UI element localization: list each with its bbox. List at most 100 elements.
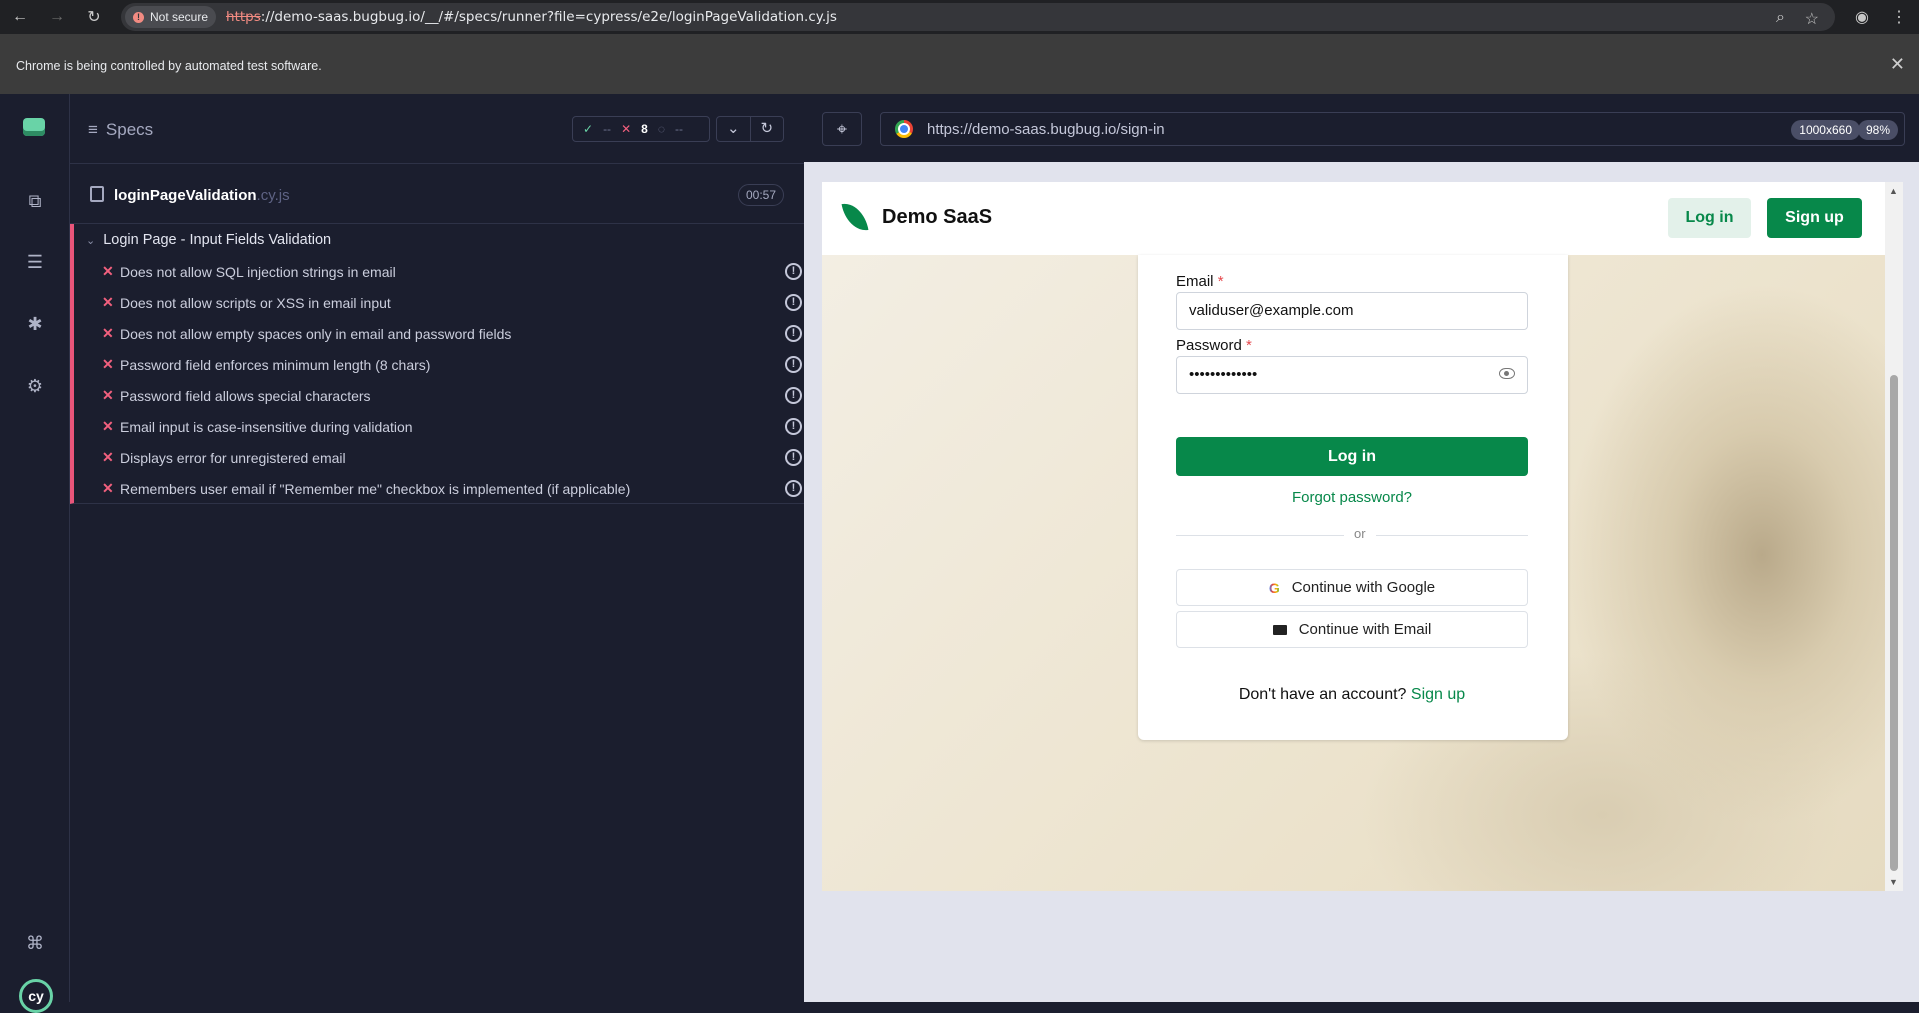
fail-x-icon: ✕ <box>102 418 114 434</box>
automation-infobar: Chrome is being controlled by automated … <box>0 34 1919 94</box>
automation-message: Chrome is being controlled by automated … <box>16 59 322 73</box>
test-item[interactable]: ✕ Email input is case-insensitive during … <box>102 411 802 442</box>
cypress-sidenav: ⧉ ☰ ✱ ⚙ ⌘ cy <box>0 94 70 1013</box>
alert-circle-icon[interactable]: ! <box>785 263 802 280</box>
reload-icon[interactable]: ↻ <box>84 7 104 27</box>
test-item[interactable]: ✕ Password field enforces minimum length … <box>102 349 802 380</box>
scrollbar-thumb[interactable] <box>1890 375 1898 871</box>
zoom-icon[interactable]: ⌕ <box>1776 9 1785 27</box>
test-item[interactable]: ✕ Password field allows special character… <box>102 380 802 411</box>
header-login-button[interactable]: Log in <box>1668 198 1751 238</box>
debug-bug-icon[interactable]: ✱ <box>22 311 48 337</box>
passed-icon: ✓ <box>583 122 594 136</box>
spec-file-row: loginPageValidation.cy.js 00:57 <box>70 164 804 224</box>
profile-icon[interactable]: ◉ <box>1852 7 1872 27</box>
suite-header[interactable]: ⌄ Login Page - Input Fields Validation <box>86 232 331 248</box>
eye-icon[interactable] <box>1499 368 1515 379</box>
project-icon[interactable] <box>23 118 45 136</box>
document-icon <box>90 186 104 202</box>
address-bar[interactable]: ! Not secure https://demo-saas.bugbug.io/… <box>121 3 1835 31</box>
email-login-button[interactable]: Continue with Email <box>1176 611 1528 648</box>
alert-circle-icon[interactable]: ! <box>785 387 802 404</box>
password-label: Password * <box>1176 337 1252 354</box>
signup-link[interactable]: Sign up <box>1411 686 1465 703</box>
alert-circle-icon[interactable]: ! <box>785 356 802 373</box>
close-icon[interactable]: ✕ <box>1890 54 1905 75</box>
test-stats: ✓ -- ✕ 8 ◌ -- <box>572 116 710 142</box>
fail-x-icon: ✕ <box>102 294 114 310</box>
aut-toolbar: ⌖ https://demo-saas.bugbug.io/sign-in 10… <box>804 94 1919 162</box>
mail-icon <box>1272 624 1287 635</box>
chevron-down-icon: ⌄ <box>86 234 96 247</box>
fail-x-icon: ✕ <box>102 356 114 372</box>
runs-icon[interactable]: ⧉ <box>22 188 48 214</box>
selector-playground-icon[interactable]: ⌖ <box>822 112 862 146</box>
collapse-chevron-icon[interactable]: ⌄ <box>717 117 751 141</box>
scrollbar[interactable]: ▲ ▼ <box>1885 182 1903 891</box>
test-item[interactable]: ✕ Does not allow SQL injection strings in… <box>102 256 802 287</box>
forgot-password-link[interactable]: Forgot password? <box>1176 489 1528 506</box>
rerun-icon[interactable]: ↻ <box>751 117 784 141</box>
fail-x-icon: ✕ <box>102 449 114 465</box>
site-header: Demo SaaS Log in Sign up <box>822 182 1885 255</box>
signup-prompt: Don't have an account? Sign up <box>1238 686 1466 703</box>
settings-gear-icon[interactable]: ⚙ <box>22 373 48 399</box>
email-field[interactable]: validuser@example.com <box>1176 292 1528 330</box>
test-item[interactable]: ✕ Does not allow empty spaces only in ema… <box>102 318 802 349</box>
reporter-controls: ⌄ ↻ <box>716 116 784 142</box>
failed-count: 8 <box>641 122 648 136</box>
test-item[interactable]: ✕ Remembers user email if "Remember me" c… <box>102 473 802 504</box>
login-button[interactable]: Log in <box>1176 437 1528 476</box>
google-login-button[interactable]: G Continue with Google <box>1176 569 1528 606</box>
chrome-icon <box>895 120 913 138</box>
scroll-up-arrow-icon[interactable]: ▲ <box>1889 186 1898 196</box>
fail-x-icon: ✕ <box>102 387 114 403</box>
test-item[interactable]: ✕ Does not allow scripts or XSS in email … <box>102 287 802 318</box>
login-card: Email * validuser@example.com Password *… <box>1138 255 1568 740</box>
security-chip[interactable]: ! Not secure <box>125 6 217 28</box>
fail-x-icon: ✕ <box>102 480 114 496</box>
site-brand[interactable]: Demo SaaS <box>882 206 992 229</box>
spec-file-name[interactable]: loginPageValidation.cy.js <box>114 187 290 204</box>
fail-x-icon: ✕ <box>102 263 114 279</box>
aut-url-bar[interactable]: https://demo-saas.bugbug.io/sign-in 1000… <box>880 112 1905 146</box>
aut-url-text: https://demo-saas.bugbug.io/sign-in <box>927 120 1165 138</box>
test-suite: ⌄ Login Page - Input Fields Validation ✕ D… <box>70 224 804 504</box>
email-label: Email * <box>1176 273 1224 290</box>
header-signup-button[interactable]: Sign up <box>1767 198 1862 238</box>
cypress-logo: cy <box>19 979 53 1013</box>
google-icon: G <box>1268 579 1280 596</box>
specs-toggle[interactable]: ≡ Specs <box>88 120 153 140</box>
alert-circle-icon[interactable]: ! <box>785 480 802 497</box>
pending-icon: ◌ <box>657 122 665 136</box>
test-item[interactable]: ✕ Displays error for unregistered email! <box>102 442 802 473</box>
warning-icon: ! <box>133 11 144 23</box>
keyboard-shortcuts-icon[interactable]: ⌘ <box>22 930 48 956</box>
spec-duration: 00:57 <box>737 184 784 206</box>
reporter-header: ≡ Specs ✓ -- ✕ 8 ◌ -- ⌄ ↻ <box>70 94 804 164</box>
alert-circle-icon[interactable]: ! <box>785 418 802 435</box>
forward-icon[interactable]: → <box>47 7 67 27</box>
zoom-badge: 98% <box>1857 120 1898 140</box>
specs-list-icon[interactable]: ☰ <box>22 249 48 275</box>
specs-menu-icon: ≡ <box>88 120 98 139</box>
scroll-down-arrow-icon[interactable]: ▼ <box>1889 877 1898 887</box>
browser-toolbar: ← → ↻ ! Not secure https://demo-saas.bugb… <box>0 0 1919 34</box>
fail-x-icon: ✕ <box>102 325 114 341</box>
password-field[interactable]: ••••••••••••• <box>1176 356 1528 394</box>
alert-circle-icon[interactable]: ! <box>785 294 802 311</box>
or-separator: or <box>1344 526 1376 541</box>
leaf-logo-icon <box>841 200 869 234</box>
aut-iframe: Demo SaaS Log in Sign up Email * validus… <box>822 182 1903 891</box>
back-icon[interactable]: ← <box>10 7 30 27</box>
pending-count: -- <box>674 122 683 136</box>
alert-circle-icon[interactable]: ! <box>785 449 802 466</box>
bookmark-star-icon[interactable]: ☆ <box>1805 9 1819 29</box>
passed-count: -- <box>603 122 612 136</box>
menu-dots-icon[interactable]: ⋮ <box>1889 7 1909 27</box>
aut-panel: ⌖ https://demo-saas.bugbug.io/sign-in 10… <box>804 94 1919 1002</box>
alert-circle-icon[interactable]: ! <box>785 325 802 342</box>
failed-icon: ✕ <box>621 122 632 136</box>
url-text[interactable]: https://demo-saas.bugbug.io/__/#/specs/r… <box>226 9 837 25</box>
reporter-panel: ≡ Specs ✓ -- ✕ 8 ◌ -- ⌄ ↻ loginPageValidatio… <box>70 94 804 1002</box>
